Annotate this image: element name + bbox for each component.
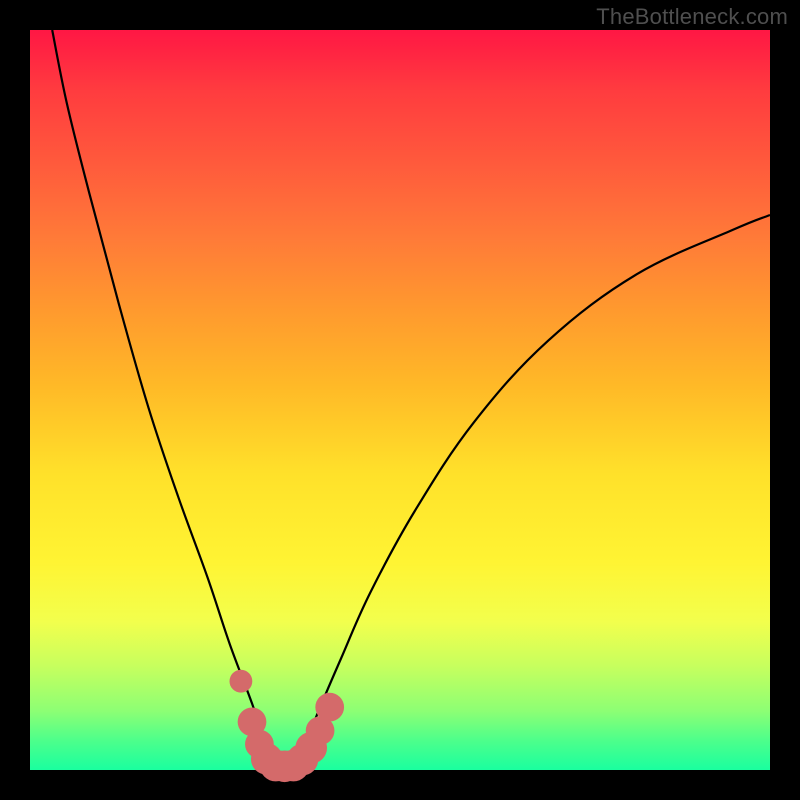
watermark-text: TheBottleneck.com (596, 4, 788, 30)
curve-markers (230, 670, 345, 782)
curve-marker (230, 670, 253, 693)
bottleneck-curve (52, 30, 770, 769)
chart-svg (30, 30, 770, 770)
curve-marker (315, 693, 344, 722)
plot-area (30, 30, 770, 770)
chart-frame: TheBottleneck.com (0, 0, 800, 800)
